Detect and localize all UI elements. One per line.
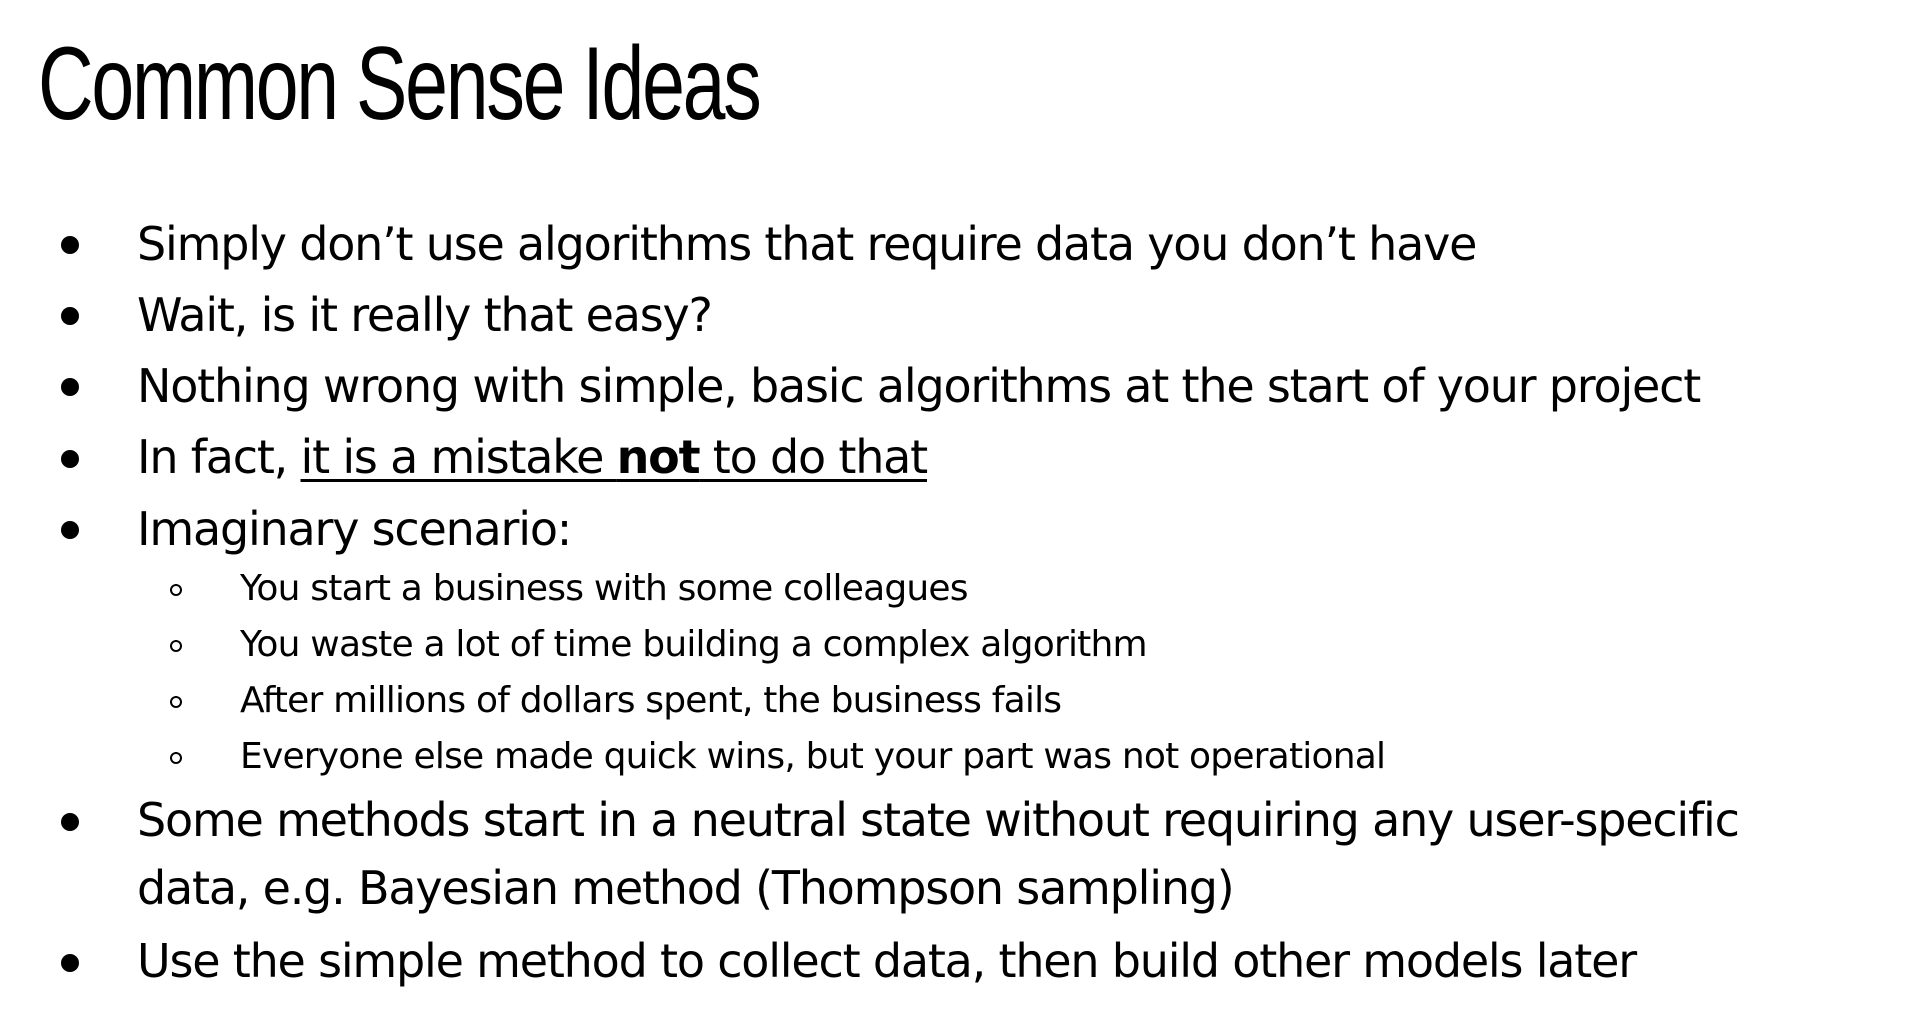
bullet-icon	[61, 378, 79, 396]
bullet-text-prefix: In fact,	[137, 430, 301, 484]
bullet-text: Simply don’t use algorithms that require…	[137, 217, 1477, 271]
bullet-icon	[61, 813, 79, 831]
hollow-bullet-icon	[170, 584, 182, 596]
bullet-icon	[61, 954, 79, 972]
underlined-text-end: to do that	[699, 430, 928, 484]
slide-title: Common Sense Ideas	[38, 26, 762, 142]
bullet-icon	[61, 521, 79, 539]
bold-emphasis: not	[616, 430, 701, 484]
bullet-icon	[61, 450, 79, 468]
sub-bullet-text: You waste a lot of time building a compl…	[240, 624, 1148, 665]
hollow-bullet-icon	[170, 640, 182, 652]
sub-bullet-text: Everyone else made quick wins, but your …	[240, 736, 1386, 777]
bullet-text-continuation: data, e.g. Bayesian method (Thompson sam…	[137, 861, 1235, 915]
bullet-text: Wait, is it really that easy?	[137, 288, 713, 342]
bullet-text: Nothing wrong with simple, basic algorit…	[137, 359, 1701, 413]
underlined-phrase: it is a mistake not to do that	[300, 430, 929, 484]
bullet-icon	[61, 307, 79, 325]
underlined-text: it is a mistake	[300, 430, 617, 484]
bullet-text: In fact, it is a mistake not to do that	[137, 422, 929, 492]
sub-bullet-text: After millions of dollars spent, the bus…	[240, 680, 1062, 721]
bullet-text: Use the simple method to collect data, t…	[137, 934, 1637, 988]
bullet-text: Some methods start in a neutral state wi…	[137, 793, 1740, 847]
hollow-bullet-icon	[170, 752, 182, 764]
slide: Common Sense Ideas Simply don’t use algo…	[0, 0, 1908, 1012]
sub-bullet-text: You start a business with some colleague…	[240, 568, 969, 609]
hollow-bullet-icon	[170, 696, 182, 708]
bullet-text: Imaginary scenario:	[137, 502, 572, 556]
bullet-icon	[61, 236, 79, 254]
